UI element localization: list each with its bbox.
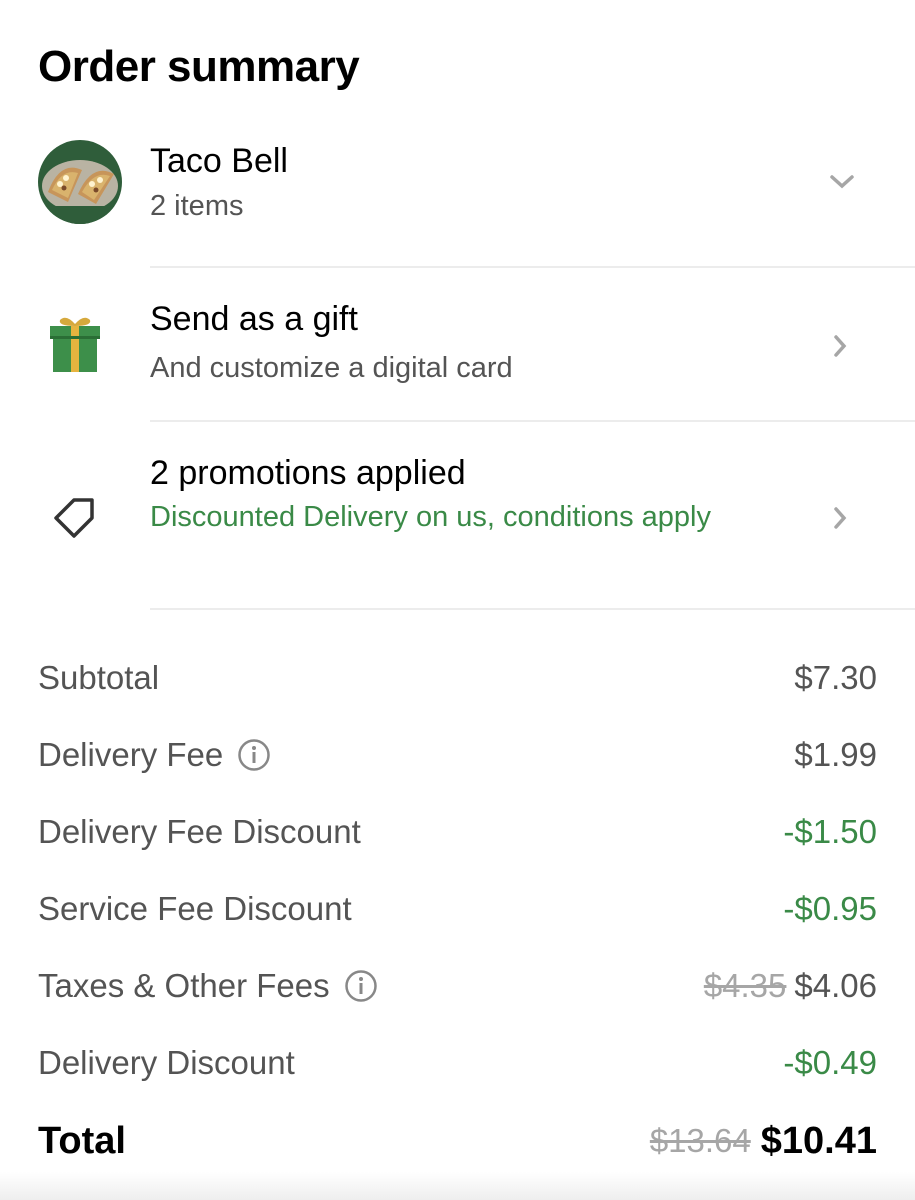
divider (150, 608, 915, 610)
promotions-row[interactable]: 2 promotions applied Discounted Delivery… (0, 450, 915, 590)
gift-subtitle: And customize a digital card (150, 352, 513, 384)
bottom-edge (0, 1172, 915, 1200)
delivery-fee-discount-row: Delivery Fee Discount -$1.50 (38, 809, 877, 855)
store-avatar (38, 140, 122, 224)
send-as-gift-row[interactable]: Send as a gift And customize a digital c… (0, 296, 915, 392)
store-name: Taco Bell (150, 142, 288, 180)
subtotal-label: Subtotal (38, 659, 160, 696)
subtotal-value: $7.30 (794, 659, 877, 696)
store-item-count: 2 items (150, 190, 244, 222)
info-icon[interactable] (237, 738, 271, 772)
divider (150, 266, 915, 268)
promotions-subtitle[interactable]: Discounted Delivery on us, conditions ap… (150, 496, 750, 538)
delivery-fee-row: Delivery Fee $1.99 (38, 732, 877, 778)
delivery-discount-row: Delivery Discount -$0.49 (38, 1040, 877, 1086)
info-icon[interactable] (344, 969, 378, 1003)
service-fee-discount-row: Service Fee Discount -$0.95 (38, 886, 877, 932)
page-title: Order summary (38, 42, 360, 91)
taco-food-image (38, 140, 122, 224)
delivery-fee-value: $1.99 (794, 736, 877, 773)
delivery-discount-label: Delivery Discount (38, 1044, 295, 1081)
total-original-value: $13.64 (649, 1122, 751, 1159)
service-fee-discount-label: Service Fee Discount (38, 890, 352, 927)
taxes-label: Taxes & Other Fees (38, 967, 330, 1004)
taxes-original-value: $4.35 (703, 967, 787, 1004)
delivery-fee-discount-label: Delivery Fee Discount (38, 813, 361, 850)
chevron-right-icon[interactable] (833, 332, 847, 366)
tag-icon (52, 494, 98, 540)
gift-icon (48, 314, 102, 374)
gift-title: Send as a gift (150, 300, 358, 338)
delivery-discount-value: -$0.49 (783, 1044, 877, 1081)
chevron-right-icon[interactable] (833, 504, 847, 538)
delivery-fee-label: Delivery Fee (38, 736, 224, 773)
store-row[interactable]: Taco Bell 2 items (0, 138, 915, 226)
total-row: Total $13.64 $10.41 (38, 1114, 877, 1168)
chevron-down-icon[interactable] (829, 164, 855, 198)
taxes-value: $4.06 (794, 967, 877, 1004)
service-fee-discount-value: -$0.95 (783, 890, 877, 927)
total-label: Total (38, 1119, 126, 1162)
order-summary-page: Order summary Taco Bell 2 items Send as … (0, 0, 915, 1200)
total-value: $10.41 (760, 1119, 877, 1162)
taxes-row: Taxes & Other Fees $4.35 $4.06 (38, 963, 877, 1009)
divider (150, 420, 915, 422)
subtotal-row: Subtotal $7.30 (38, 655, 877, 701)
delivery-fee-discount-value: -$1.50 (783, 813, 877, 850)
promotions-title: 2 promotions applied (150, 454, 466, 492)
